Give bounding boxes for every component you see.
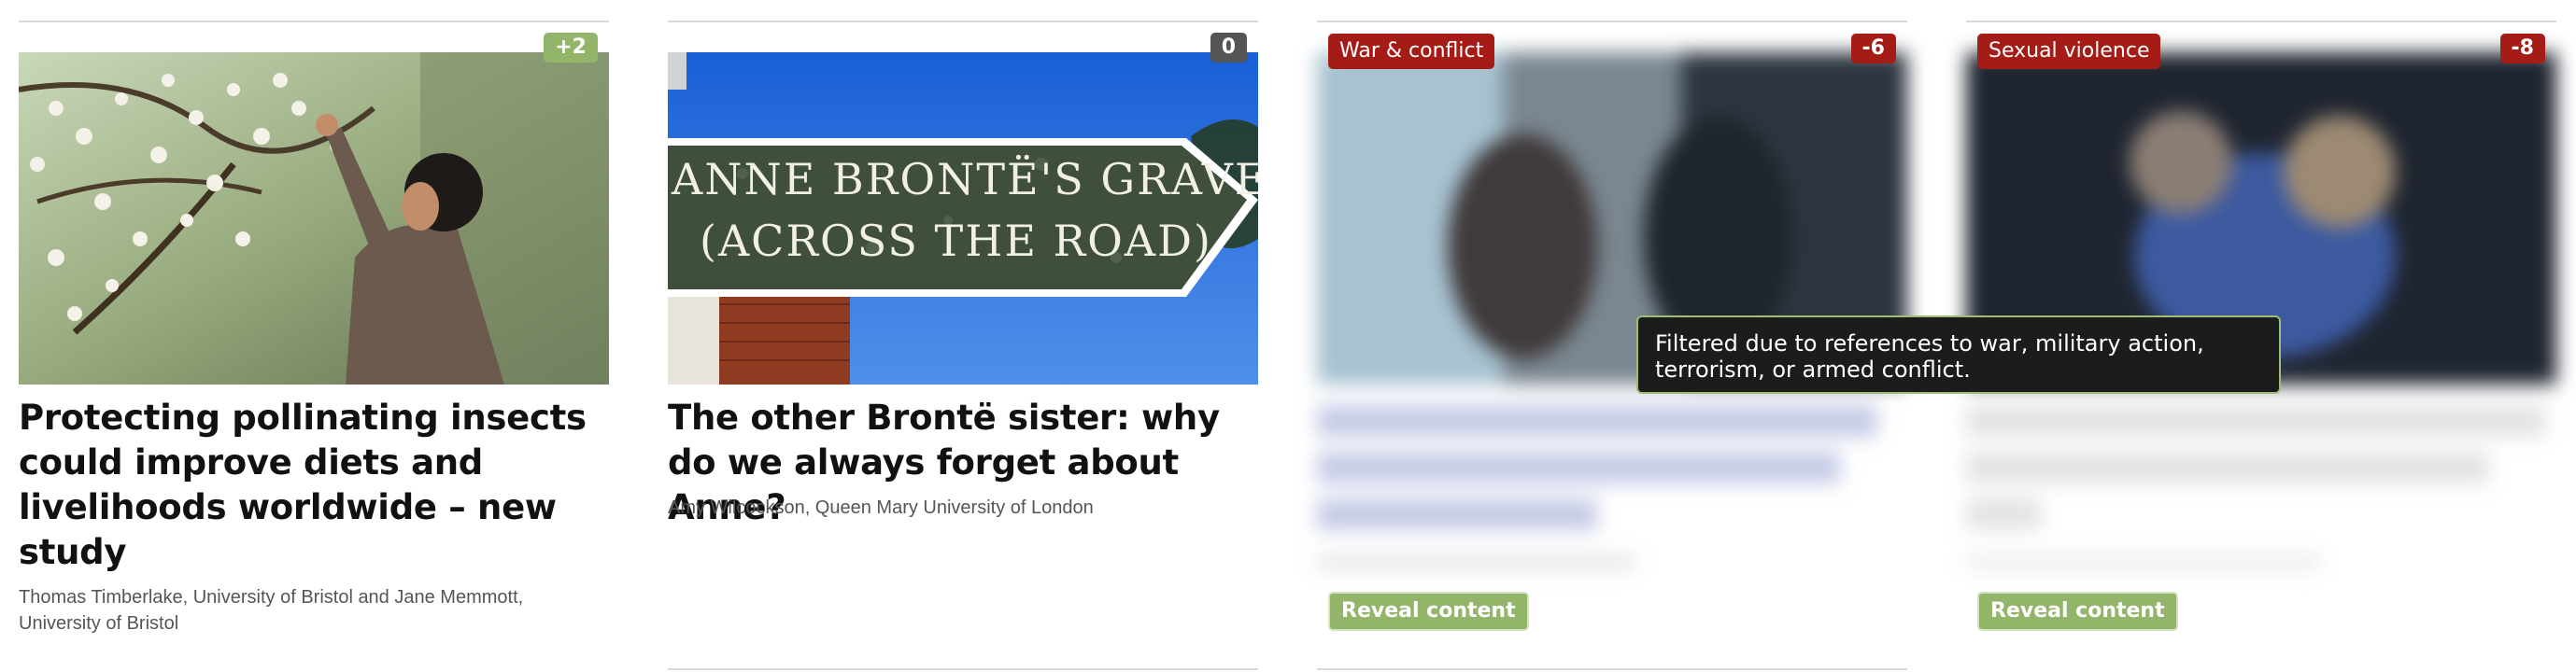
content-category-tag: Sexual violence bbox=[1977, 34, 2161, 69]
article-image-pollination[interactable] bbox=[19, 52, 609, 385]
sign-text-line1: ANNE BRONTË'S GRAVE bbox=[671, 154, 1258, 204]
card-divider-top bbox=[19, 21, 609, 22]
blurred-content bbox=[1317, 32, 1907, 592]
score-badge: 0 bbox=[1210, 33, 1247, 63]
filter-reason-tooltip: Filtered due to references to war, milit… bbox=[1636, 315, 2281, 394]
reveal-content-button[interactable]: Reveal content bbox=[1977, 592, 2178, 631]
blurred-content bbox=[1966, 32, 2556, 592]
article-authors: Amy Wilcockson, Queen Mary University of… bbox=[668, 497, 1094, 518]
sign-text-line2: (ACROSS THE ROAD) bbox=[700, 216, 1212, 266]
article-card-1[interactable]: +2 Protecting pollinating insects could … bbox=[19, 0, 609, 672]
article-authors: Thomas Timberlake, University of Bristol… bbox=[19, 587, 524, 634]
reveal-content-button[interactable]: Reveal content bbox=[1328, 592, 1529, 631]
card-divider-top bbox=[1966, 21, 2556, 22]
content-category-tag: War & conflict bbox=[1328, 34, 1495, 69]
score-badge: -6 bbox=[1850, 34, 1896, 63]
card-divider-top bbox=[668, 21, 1258, 22]
score-badge: -8 bbox=[2499, 34, 2545, 63]
article-title[interactable]: Protecting pollinating insects could imp… bbox=[19, 396, 616, 575]
card-divider-bottom bbox=[668, 668, 1258, 670]
card-divider-bottom bbox=[1317, 668, 1907, 670]
score-badge: +2 bbox=[544, 33, 598, 63]
card-divider-top bbox=[1317, 21, 1907, 22]
article-image-bronte-sign[interactable]: ANNE BRONTË'S GRAVE (ACROSS THE ROAD) bbox=[668, 52, 1258, 385]
article-card-2[interactable]: 0 ANNE BRONTË'S GRAVE (ACROSS THE ROAD) … bbox=[668, 0, 1258, 672]
